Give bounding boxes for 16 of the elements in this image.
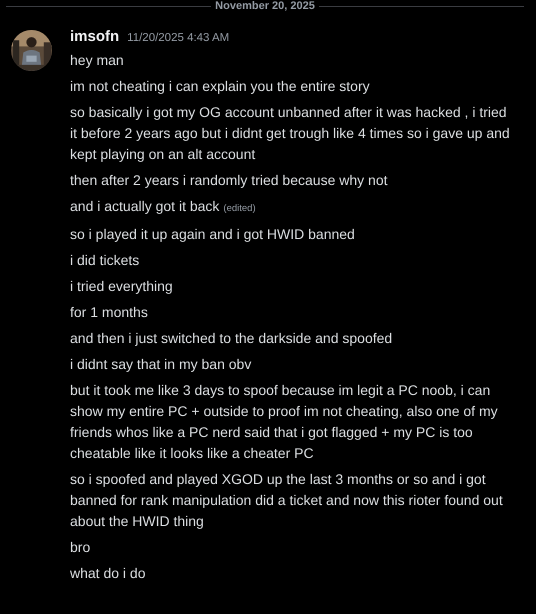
message-text: i didnt say that in my ban obv: [70, 356, 252, 372]
username[interactable]: imsofn: [70, 28, 120, 45]
message-text: and then i just switched to the darkside and spoofed: [70, 330, 392, 346]
message-text: for 1 months: [70, 304, 148, 320]
message-text: im not cheating i can explain you the entire story: [70, 78, 370, 94]
message-text: so i played it up again and i got HWID banned: [70, 226, 355, 242]
message-text: i did tickets: [70, 252, 140, 268]
message-text: i tried everything: [70, 278, 173, 294]
message-text: bro: [70, 539, 90, 555]
date-divider-label: November 20, 2025: [215, 0, 315, 12]
message-text: what do i do: [70, 565, 146, 581]
timestamp: 11/20/2025 4:43 AM: [127, 32, 230, 44]
message-text: hey man: [70, 52, 124, 68]
edited-label: (edited): [223, 203, 256, 214]
message-text: and i actually got it back: [70, 198, 220, 214]
message-text: then after 2 years i randomly tried because why not: [70, 172, 388, 188]
